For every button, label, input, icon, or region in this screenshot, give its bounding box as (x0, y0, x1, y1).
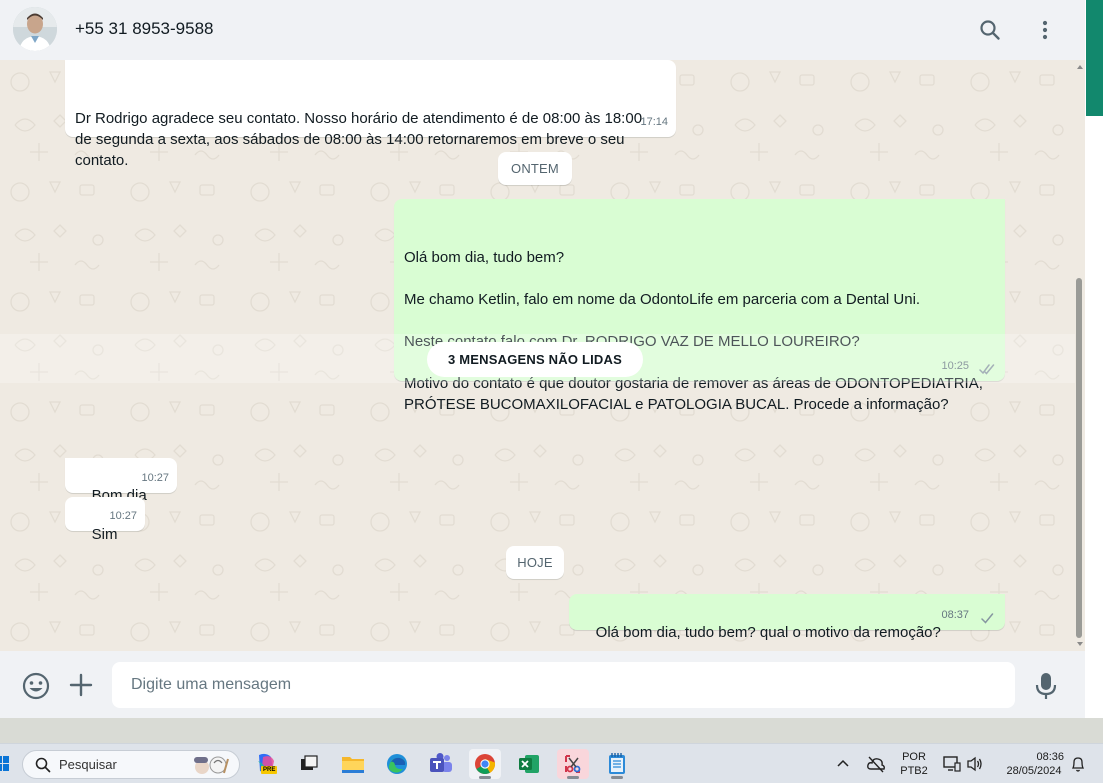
notification-bell-icon[interactable] (1070, 755, 1086, 773)
folder-icon (342, 757, 364, 773)
taskbar-excel[interactable] (513, 749, 545, 779)
volume-icon[interactable] (966, 755, 984, 773)
search-icon (980, 20, 1000, 40)
emoji-icon[interactable] (20, 670, 52, 702)
message-text: Sim (91, 526, 118, 543)
date-chip-today: HOJE (506, 546, 564, 579)
search-highlight-illustration-icon (194, 756, 229, 774)
taskbar-edge[interactable] (381, 749, 413, 779)
message-time: 08:37 (941, 609, 969, 621)
taskbar-teams[interactable] (425, 749, 457, 779)
microphone-icon[interactable] (1032, 670, 1060, 702)
taskbar-search-box[interactable]: Pesquisar (22, 750, 240, 779)
cloud-offline-icon[interactable] (866, 755, 886, 773)
message-bubble-outgoing[interactable]: Olá bom dia, tudo bem? qual o motivo da … (569, 594, 1005, 641)
date-chip-yesterday: ONTEM (498, 152, 572, 185)
message-time: 10:27 (109, 510, 137, 522)
message-bubble-incoming[interactable]: Bom dia 10:27 (65, 458, 177, 504)
avatar[interactable] (13, 7, 57, 51)
unread-messages-label: 3 MENSAGENS NÃO LIDAS (427, 342, 643, 377)
teams-icon (430, 753, 452, 772)
chat-window: +55 31 8953-9588 Dr Rodrigo agradece seu… (0, 0, 1085, 718)
adjacent-window-accent (1086, 0, 1103, 116)
snipping-tool-icon (565, 755, 581, 773)
task-view-icon (301, 755, 318, 770)
active-app-indicator (479, 776, 491, 779)
scroll-down-arrow-icon[interactable] (1076, 641, 1084, 647)
clock-date: 28/05/2024 (1006, 765, 1062, 777)
more-vertical-icon (1042, 20, 1048, 40)
check-icon (981, 613, 994, 624)
message-input[interactable] (112, 662, 1015, 708)
contact-name[interactable]: +55 31 8953-9588 (75, 19, 214, 39)
taskbar-chrome[interactable] (469, 749, 501, 779)
scroll-up-arrow-icon[interactable] (1076, 64, 1084, 70)
taskbar-file-explorer[interactable] (337, 749, 369, 779)
windows-start-icon[interactable] (0, 755, 10, 773)
network-icon[interactable] (942, 755, 962, 773)
taskbar: Pesquisar PRE POR PTB2 08:36 28/05/2024 (0, 743, 1103, 783)
input-language[interactable]: POR PTB2 (896, 750, 932, 778)
scrollbar-thumb[interactable] (1076, 278, 1082, 638)
language-code: POR (902, 751, 926, 763)
message-bubble-incoming[interactable]: Sim 10:27 (65, 497, 145, 543)
chevron-up-icon[interactable] (837, 759, 849, 767)
message-bubble-incoming[interactable]: Dr Rodrigo agradece seu contato. Nosso h… (65, 60, 676, 169)
taskbar-search-label: Pesquisar (59, 757, 117, 772)
open-app-indicator (567, 776, 579, 779)
search-button[interactable] (974, 14, 1006, 46)
edge-browser-icon (387, 754, 407, 774)
message-text: Dr Rodrigo agradece seu contato. Nosso h… (75, 110, 643, 169)
chat-header: +55 31 8953-9588 (0, 0, 1085, 60)
taskbar-copilot[interactable]: PRE (250, 749, 282, 779)
notepad-icon (609, 753, 625, 774)
message-text: Olá bom dia, tudo bem? Me chamo Ketlin, … (404, 249, 983, 413)
clock-time: 08:36 (1036, 751, 1064, 763)
chrome-browser-icon (475, 754, 496, 775)
search-icon (35, 757, 51, 772)
taskbar-task-view[interactable] (293, 749, 325, 779)
message-time: 10:27 (141, 472, 169, 484)
taskbar-snipping-tool[interactable] (557, 749, 589, 779)
open-app-indicator (611, 776, 623, 779)
message-text: Olá bom dia, tudo bem? qual o motivo da … (595, 624, 941, 641)
menu-button[interactable] (1029, 14, 1061, 46)
copilot-preview-badge: PRE (261, 766, 278, 774)
plus-icon[interactable] (66, 670, 96, 700)
keyboard-layout: PTB2 (900, 765, 928, 777)
message-time: 17:14 (640, 116, 668, 128)
taskbar-notepad[interactable] (601, 749, 633, 779)
excel-icon (519, 755, 539, 773)
clock[interactable]: 08:36 28/05/2024 (994, 750, 1074, 778)
message-composer (0, 651, 1085, 718)
